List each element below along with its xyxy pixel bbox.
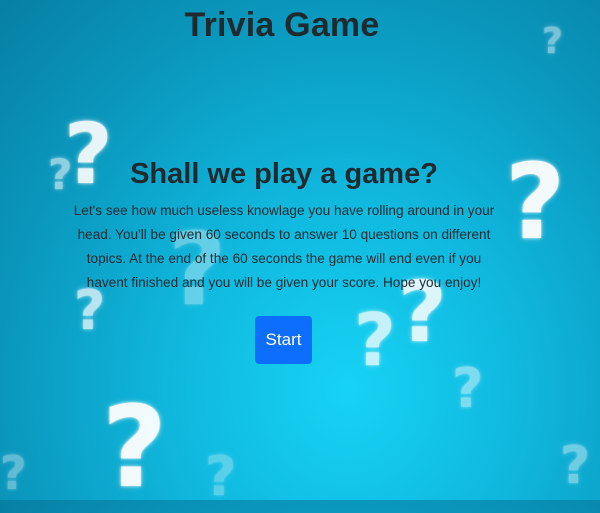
question-mark-icon: ? xyxy=(205,445,237,508)
start-button[interactable]: Start xyxy=(255,316,312,364)
question-mark-icon: ? xyxy=(452,357,484,420)
intro-description: Let's see how much useless knowlage you … xyxy=(73,203,495,290)
question-mark-icon: ? xyxy=(48,150,73,199)
question-mark-icon: ? xyxy=(354,298,396,382)
question-mark-icon: ? xyxy=(0,446,27,500)
question-mark-icon: ? xyxy=(102,383,167,513)
page-title: Trivia Game xyxy=(184,6,380,44)
intro-section: Shall we play a game? Let's see how much… xyxy=(70,158,498,295)
question-mark-icon: ? xyxy=(505,141,566,263)
question-mark-icon: ? xyxy=(560,436,591,496)
intro-heading: Shall we play a game? xyxy=(130,158,438,190)
